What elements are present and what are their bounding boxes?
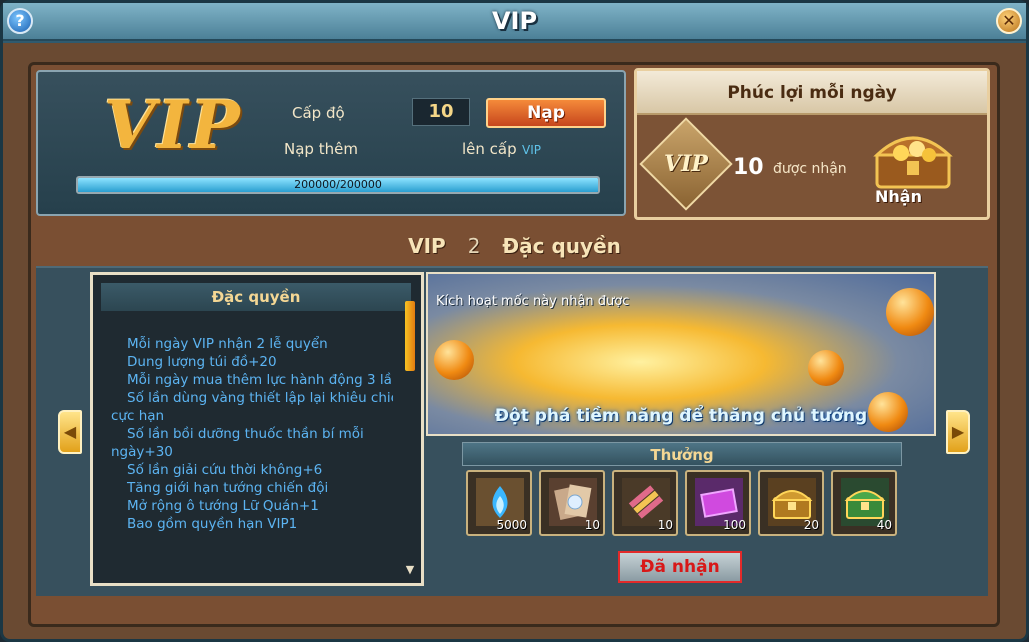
privilege-item: Mỗi ngày VIP nhận 2 lễ quyển bbox=[127, 336, 328, 352]
close-icon: ✕ bbox=[1002, 11, 1016, 30]
level-value: 10 bbox=[412, 98, 470, 126]
daily-receive-text: được nhận bbox=[773, 161, 847, 177]
privilege-item: Số lần giải cứu thời không+6 bbox=[127, 462, 323, 478]
section-title: VIP 2 Đặc quyền bbox=[0, 234, 1029, 258]
reward-item[interactable]: 40 bbox=[831, 470, 897, 536]
section-vip-label: VIP bbox=[408, 234, 446, 258]
banner-caption: Kích hoạt mốc này nhận được bbox=[436, 294, 630, 309]
dragon-ball-icon bbox=[886, 288, 934, 336]
privilege-item: Mỗi ngày mua thêm lực hành động 3 lần bbox=[127, 372, 393, 388]
reward-item[interactable]: 10 bbox=[612, 470, 678, 536]
reward-count: 5000 bbox=[496, 518, 527, 532]
privilege-item: Số lần dùng vàng thiết lập lại khiêu chi… bbox=[127, 390, 393, 406]
daily-title: Phúc lợi mỗi ngày bbox=[727, 83, 897, 103]
daily-header: Phúc lợi mỗi ngày bbox=[637, 71, 987, 115]
more-label: Nạp thêm bbox=[284, 140, 358, 158]
question-icon: ? bbox=[15, 11, 25, 30]
banner-headline: Đột phá tiềm năng để thăng chủ tướng bbox=[494, 406, 868, 426]
next-vip-tag: VIP bbox=[522, 143, 541, 157]
daily-welfare-panel: Phúc lợi mỗi ngày VIP 10 được nhận Nhận bbox=[634, 68, 990, 220]
section-privilege-label: Đặc quyền bbox=[502, 234, 621, 258]
rewards-header: Thưởng bbox=[462, 442, 902, 466]
privilege-item: Dung lượng túi đồ+20 bbox=[127, 354, 277, 370]
daily-vip-level: 10 bbox=[733, 155, 764, 180]
scroll-thumb[interactable] bbox=[405, 301, 415, 371]
privilege-item: Tăng giới hạn tướng chiến đội bbox=[127, 480, 329, 496]
window-title: VIP bbox=[491, 7, 538, 35]
privilege-panel: Đặc quyền Mỗi ngày VIP nhận 2 lễ quyển Du… bbox=[90, 272, 424, 586]
title-bar: VIP bbox=[3, 3, 1026, 41]
privilege-item: Bao gồm quyền hạn VIP1 bbox=[127, 516, 298, 532]
reward-item[interactable]: 100 bbox=[685, 470, 751, 536]
reward-item[interactable]: 20 bbox=[758, 470, 824, 536]
reward-count: 20 bbox=[803, 518, 819, 532]
close-button[interactable]: ✕ bbox=[996, 8, 1022, 34]
privilege-item: Mở rộng ô tướng Lữ Quán+1 bbox=[127, 498, 319, 514]
level-label: Cấp độ bbox=[292, 104, 345, 122]
reward-banner: Kích hoạt mốc này nhận được Đột phá tiềm… bbox=[426, 272, 936, 436]
next-level-button[interactable]: ▶ bbox=[946, 410, 970, 454]
claimed-button[interactable]: Đã nhận bbox=[618, 551, 742, 583]
reward-count: 10 bbox=[584, 518, 600, 532]
vip-badge-text: VIP bbox=[664, 151, 708, 177]
scrollbar[interactable]: ▼ bbox=[403, 297, 417, 577]
dragon-ball-icon bbox=[808, 350, 844, 386]
dragon-ball-icon bbox=[434, 340, 474, 380]
privilege-item: ngày+30 bbox=[111, 444, 173, 460]
reward-items: 5000 10 10 100 20 40 bbox=[466, 470, 897, 536]
vip-logo: VIP bbox=[104, 86, 242, 164]
reward-count: 10 bbox=[657, 518, 673, 532]
upgrade-label: lên cấp bbox=[462, 140, 517, 158]
privilege-list: Mỗi ngày VIP nhận 2 lễ quyển Dung lượng t… bbox=[111, 335, 393, 533]
help-button[interactable]: ? bbox=[7, 8, 33, 34]
section-level: 2 bbox=[467, 234, 481, 258]
arrow-left-icon: ◀ bbox=[63, 422, 77, 441]
claim-daily-label[interactable]: Nhận bbox=[875, 187, 922, 206]
privilege-item: cực hạn bbox=[111, 408, 165, 424]
vip-progress-bar: 200000/200000 bbox=[76, 176, 600, 194]
arrow-right-icon: ▶ bbox=[951, 422, 965, 441]
reward-count: 40 bbox=[876, 518, 892, 532]
reward-item[interactable]: 5000 bbox=[466, 470, 532, 536]
treasure-chest-icon[interactable] bbox=[871, 127, 955, 191]
privilege-item: Số lần bồi dưỡng thuốc thần bí mỗi bbox=[127, 426, 364, 442]
topup-button[interactable]: Nạp bbox=[486, 98, 606, 128]
vip-status-panel: VIP Cấp độ 10 Nạp Nạp thêm lên cấp VIP 2… bbox=[36, 70, 626, 216]
scroll-down-icon[interactable]: ▼ bbox=[403, 563, 417, 577]
reward-item[interactable]: 10 bbox=[539, 470, 605, 536]
progress-text: 200000/200000 bbox=[294, 178, 382, 191]
privilege-header: Đặc quyền bbox=[101, 283, 411, 311]
prev-level-button[interactable]: ◀ bbox=[58, 410, 82, 454]
reward-count: 100 bbox=[723, 518, 746, 532]
